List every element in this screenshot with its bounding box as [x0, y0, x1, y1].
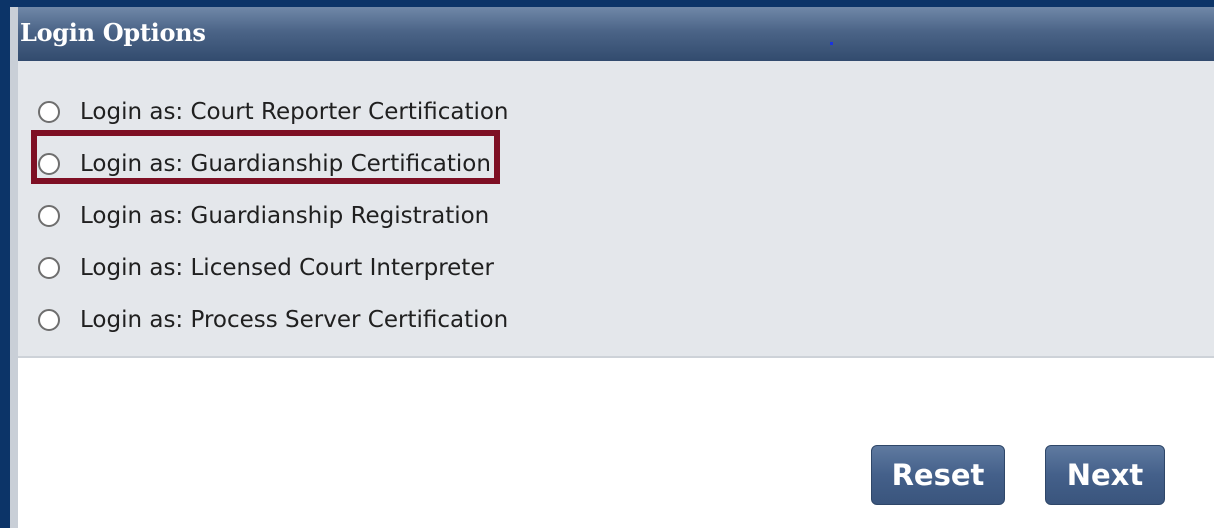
panel-title: Login Options	[20, 18, 206, 47]
page-frame: Login Options Login as: Court Reporter C…	[0, 0, 1214, 528]
option-licensed-court-interpreter[interactable]: Login as: Licensed Court Interpreter	[38, 248, 494, 288]
radio-button[interactable]	[38, 309, 60, 331]
option-label: Login as: Process Server Certification	[80, 307, 509, 333]
option-label: Login as: Court Reporter Certification	[80, 99, 509, 125]
option-court-reporter-certification[interactable]: Login as: Court Reporter Certification	[38, 92, 509, 132]
highlight-box	[31, 130, 500, 184]
option-guardianship-registration[interactable]: Login as: Guardianship Registration	[38, 196, 489, 236]
login-options-panel: Login Options Login as: Court Reporter C…	[10, 7, 1214, 528]
options-list: Login as: Court Reporter Certification L…	[18, 61, 1214, 358]
option-process-server-certification[interactable]: Login as: Process Server Certification	[38, 300, 508, 340]
panel-header: Login Options	[18, 7, 1214, 61]
reset-button[interactable]: Reset	[871, 445, 1005, 505]
radio-button[interactable]	[38, 205, 60, 227]
next-button[interactable]: Next	[1045, 445, 1165, 505]
option-label: Login as: Guardianship Registration	[80, 203, 490, 229]
radio-button[interactable]	[38, 101, 60, 123]
header-dot	[830, 42, 833, 45]
option-label: Login as: Licensed Court Interpreter	[80, 255, 494, 281]
radio-button[interactable]	[38, 257, 60, 279]
